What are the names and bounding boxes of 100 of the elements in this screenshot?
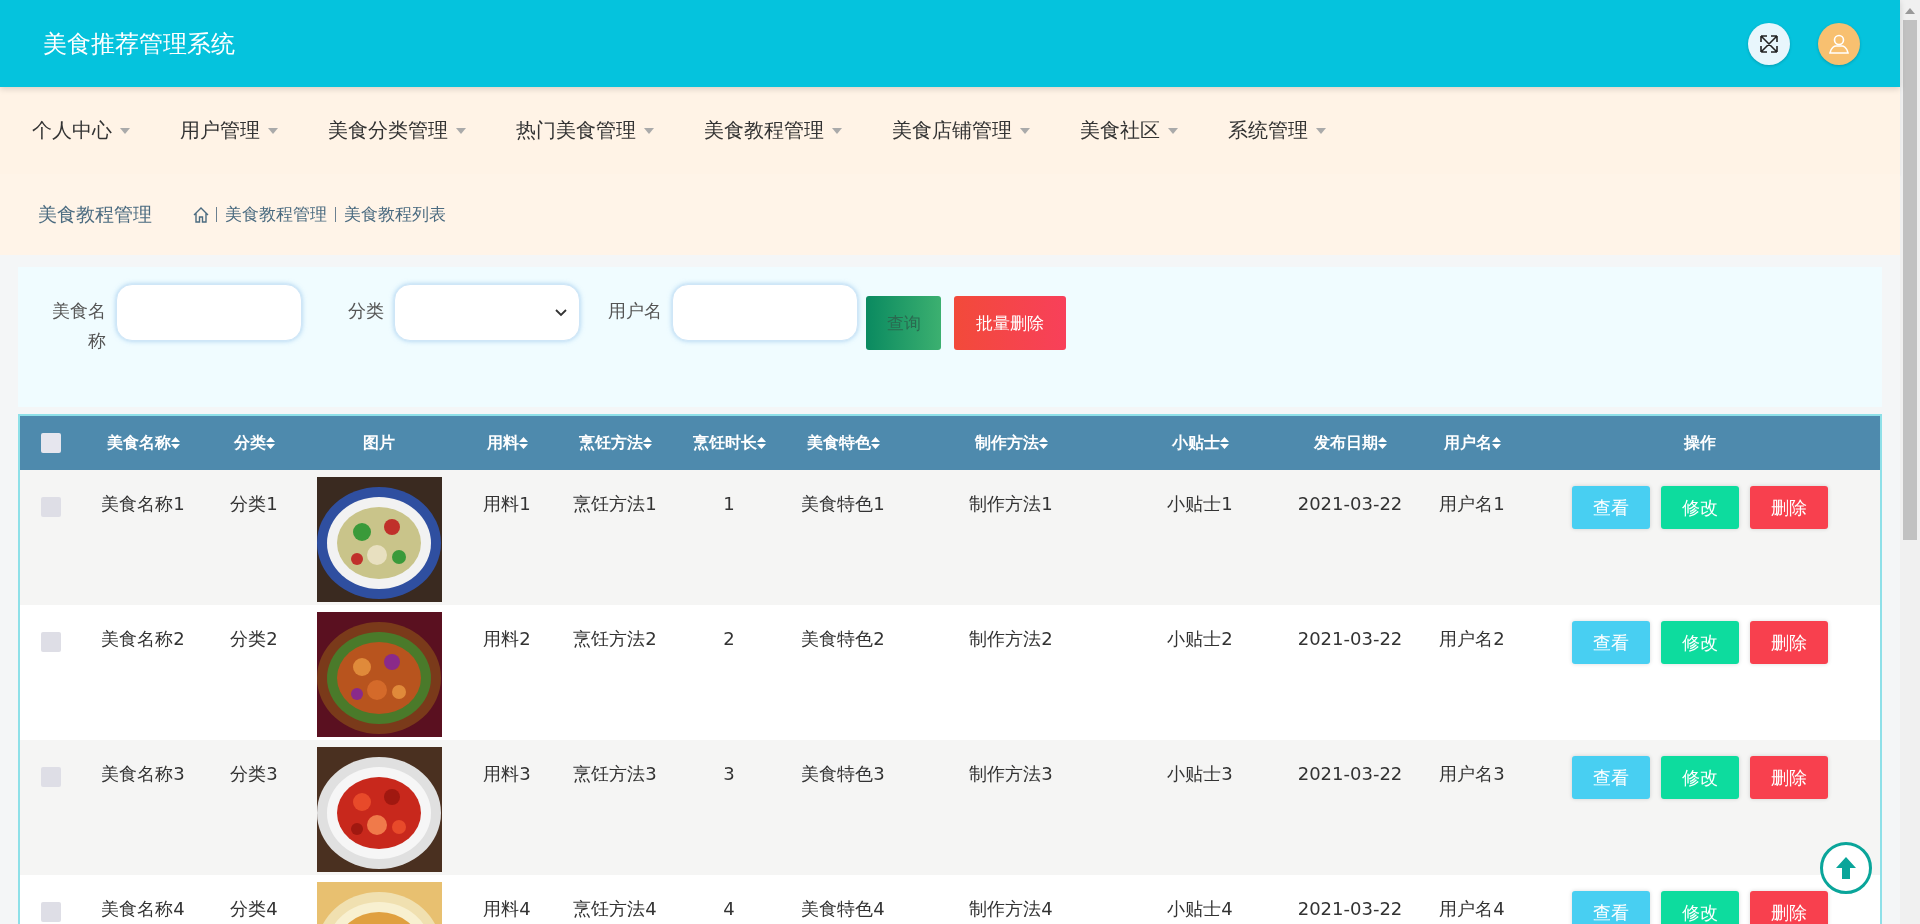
table-cell-text: 2021-03-22 <box>1297 492 1403 516</box>
table-cell-text: 用户名2 <box>1439 627 1505 651</box>
menu-item[interactable]: 用户管理 <box>180 117 278 144</box>
column-header[interactable]: 操作 <box>1684 432 1716 454</box>
batch-delete-button[interactable]: 批量删除 <box>954 296 1066 350</box>
scroll-up-icon <box>1905 8 1915 14</box>
expand-icon <box>1758 32 1780 55</box>
table-cell-text: 2021-03-22 <box>1297 762 1403 786</box>
row-checkbox[interactable] <box>41 902 61 922</box>
delete-button[interactable]: 删除 <box>1750 621 1828 664</box>
caret-icon <box>120 127 130 134</box>
sort-icon <box>1491 437 1501 449</box>
table-cell-text: 美食特色3 <box>801 762 885 786</box>
table-cell-text: 烹饪方法3 <box>573 762 657 786</box>
app-title: 美食推荐管理系统 <box>43 28 235 60</box>
breadcrumb-link[interactable]: 美食教程列表 <box>335 207 446 222</box>
caret-icon <box>1168 127 1178 134</box>
table-cell-text: 用料1 <box>483 492 531 516</box>
caret-icon <box>644 127 654 134</box>
menu-item[interactable]: 美食社区 <box>1080 117 1178 144</box>
table-cell-text: 烹饪方法1 <box>573 492 657 516</box>
delete-button[interactable]: 删除 <box>1750 891 1828 924</box>
sort-icon <box>1377 437 1387 449</box>
caret-icon <box>268 127 278 134</box>
menu-item[interactable]: 美食教程管理 <box>704 117 842 144</box>
select-all-checkbox[interactable] <box>41 433 61 453</box>
menu-item[interactable]: 个人中心 <box>32 117 130 144</box>
table-cell-text: 美食特色1 <box>801 492 885 516</box>
field-label: 美食名称 <box>51 299 106 353</box>
field-label: 分类 <box>347 299 384 323</box>
table-cell-text: 2021-03-22 <box>1297 897 1403 921</box>
table-cell-text: 小贴士3 <box>1167 762 1233 786</box>
menu-item[interactable]: 美食店铺管理 <box>892 117 1030 144</box>
home-icon[interactable] <box>192 205 210 224</box>
table-cell-text: 制作方法4 <box>969 897 1053 921</box>
breadcrumb-link[interactable]: 美食教程管理 <box>216 207 327 222</box>
delete-button[interactable]: 删除 <box>1750 486 1828 529</box>
table-cell-text: 美食名称3 <box>101 762 185 786</box>
table-cell-text: 分类4 <box>230 897 278 921</box>
table-cell-text: 烹饪方法4 <box>573 897 657 921</box>
table-cell-text: 制作方法3 <box>969 762 1053 786</box>
table-cell-text: 美食名称4 <box>101 897 185 921</box>
column-header[interactable]: 图片 <box>363 432 395 454</box>
caret-icon <box>456 127 466 134</box>
menu-item[interactable]: 热门美食管理 <box>516 117 654 144</box>
table-cell-text: 2021-03-22 <box>1297 627 1403 651</box>
table-cell-text: 4 <box>723 897 735 921</box>
caret-icon <box>832 127 842 134</box>
table-cell-text: 小贴士4 <box>1167 897 1233 921</box>
table-cell-text: 用户名4 <box>1439 897 1505 921</box>
input-field[interactable] <box>116 284 302 341</box>
table-cell-text: 美食特色2 <box>801 627 885 651</box>
dropdown[interactable] <box>394 284 580 341</box>
row-checkbox[interactable] <box>41 632 61 652</box>
sort-icon <box>265 437 275 449</box>
column-header[interactable]: 美食名称 <box>106 432 180 454</box>
table-cell-text: 烹饪方法2 <box>573 627 657 651</box>
table-cell-text: 用料4 <box>483 897 531 921</box>
column-header[interactable]: 烹饪方法 <box>578 432 652 454</box>
column-header[interactable]: 小贴士 <box>1171 432 1229 454</box>
delete-button[interactable]: 删除 <box>1750 756 1828 799</box>
column-header[interactable]: 发布日期 <box>1313 432 1387 454</box>
page-title: 美食教程管理 <box>38 201 152 227</box>
table-cell-text: 用料2 <box>483 627 531 651</box>
table-cell-text: 小贴士1 <box>1167 492 1233 516</box>
chevron-down-icon <box>555 308 567 317</box>
sort-icon <box>1038 437 1048 449</box>
caret-icon <box>1020 127 1030 134</box>
table-cell-text: 美食特色4 <box>801 897 885 921</box>
sort-icon <box>642 437 652 449</box>
sort-icon <box>518 437 528 449</box>
column-header[interactable]: 烹饪时长 <box>692 432 766 454</box>
column-header[interactable]: 用户名 <box>1443 432 1501 454</box>
column-header[interactable]: 用料 <box>486 432 528 454</box>
table-cell-text: 分类3 <box>230 762 278 786</box>
table-cell-text: 美食名称1 <box>101 492 185 516</box>
table-cell-text: 小贴士2 <box>1167 627 1233 651</box>
menu-item[interactable]: 系统管理 <box>1228 117 1326 144</box>
table-cell-text: 制作方法1 <box>969 492 1053 516</box>
sort-icon <box>170 437 180 449</box>
scrollbar[interactable] <box>1900 0 1920 924</box>
sort-icon <box>1219 437 1229 449</box>
scrollbar-thumb[interactable] <box>1903 20 1917 540</box>
column-header[interactable]: 分类 <box>233 432 275 454</box>
table-cell-text: 制作方法2 <box>969 627 1053 651</box>
caret-icon <box>1316 127 1326 134</box>
sort-icon <box>756 437 766 449</box>
column-header[interactable]: 美食特色 <box>806 432 880 454</box>
field-label: 用户名 <box>607 299 662 323</box>
table-cell-text: 3 <box>723 762 735 786</box>
fullscreen-button[interactable] <box>1748 22 1790 65</box>
menu-item[interactable]: 美食分类管理 <box>328 117 466 144</box>
input-field[interactable] <box>672 284 858 341</box>
table-cell-text: 1 <box>723 492 735 516</box>
table-cell-text: 用户名3 <box>1439 762 1505 786</box>
table-cell-text: 用料3 <box>483 762 531 786</box>
table-cell-text: 美食名称2 <box>101 627 185 651</box>
user-avatar-button[interactable] <box>1818 22 1860 65</box>
column-header[interactable]: 制作方法 <box>974 432 1048 454</box>
sort-icon <box>870 437 880 449</box>
